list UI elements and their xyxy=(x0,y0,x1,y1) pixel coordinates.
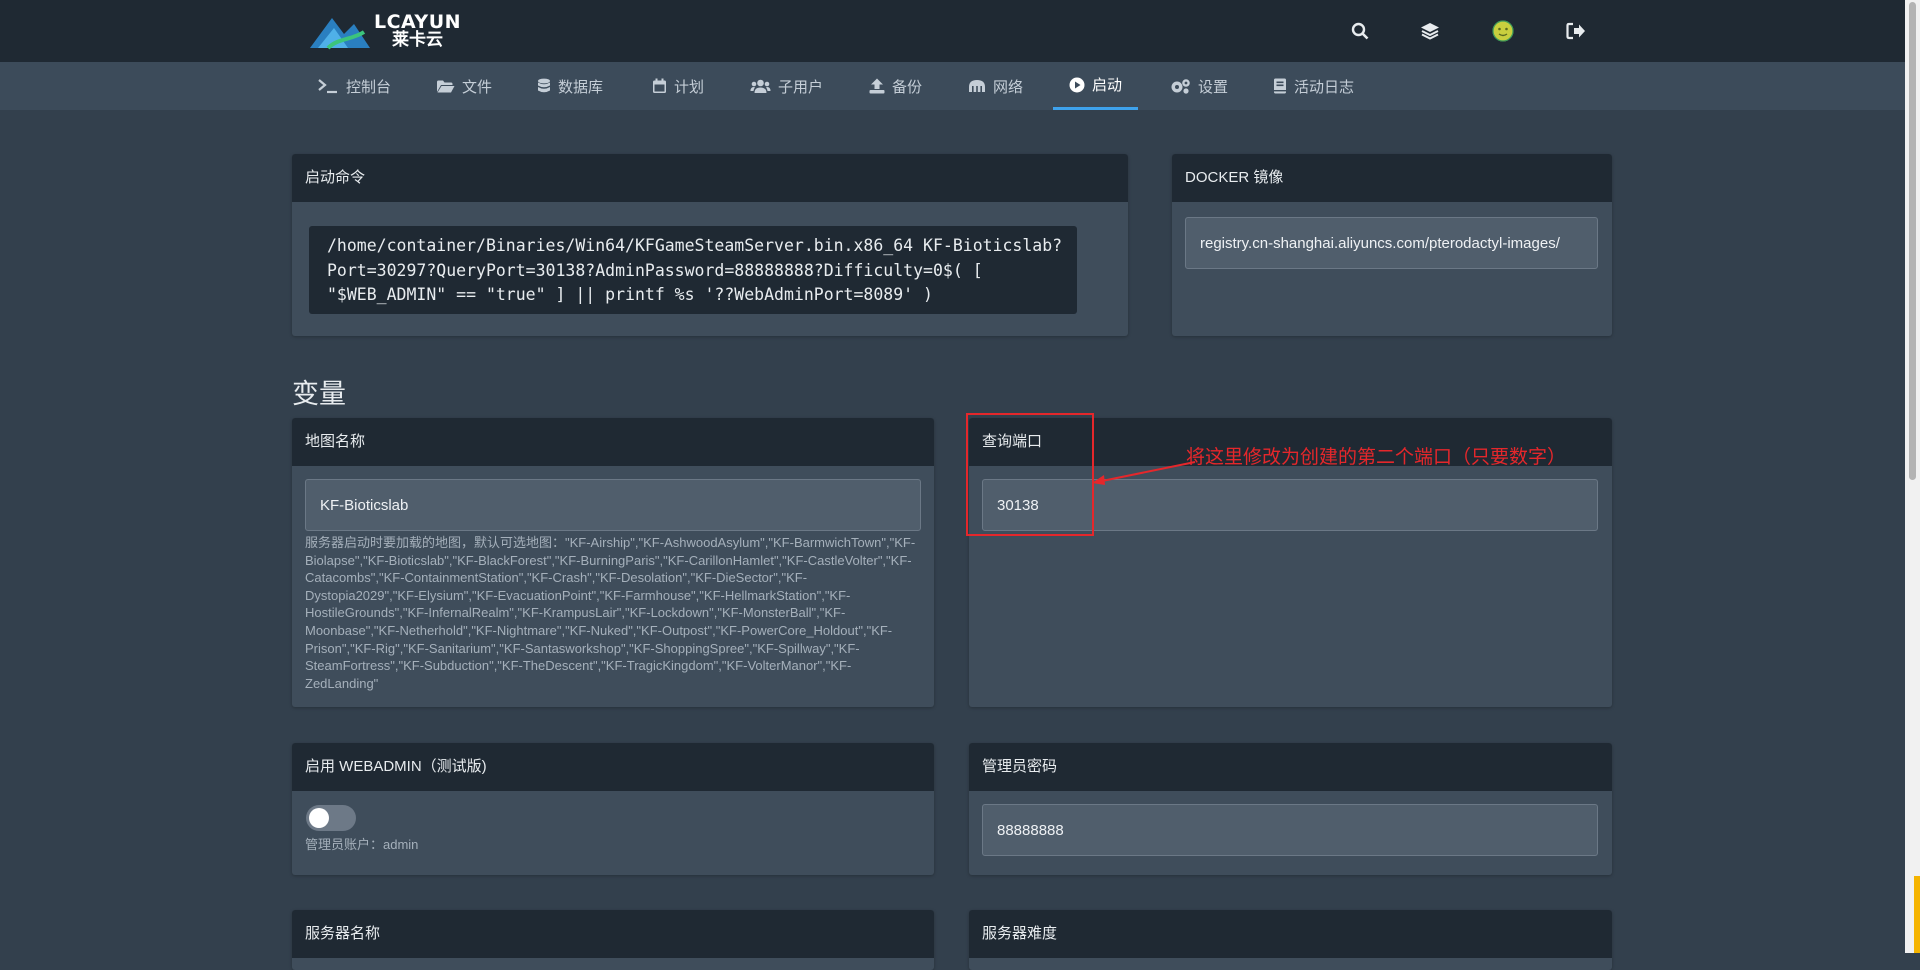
webadmin-help: 管理员账户：admin xyxy=(305,837,419,852)
tab-backups-label: 备份 xyxy=(892,78,923,96)
map-name-help: 服务器启动时要加载的地图，默认可选地图："KF-Airship","KF-Ash… xyxy=(305,535,916,691)
tab-network[interactable]: 网络 xyxy=(968,62,1023,110)
map-name-input[interactable]: KF-Bioticslab xyxy=(305,479,921,531)
admin-password-title: 管理员密码 xyxy=(969,743,1612,791)
upload-icon xyxy=(869,78,885,94)
startup-command-panel: 启动命令 /home/container/Binaries/Win64/KFGa… xyxy=(292,154,1128,336)
docker-image-title: DOCKER 镜像 xyxy=(1172,154,1612,202)
tab-startup[interactable]: 启动 xyxy=(1053,62,1139,110)
tab-databases-label: 数据库 xyxy=(558,78,604,96)
tab-network-label: 网络 xyxy=(993,78,1024,96)
edge-tab xyxy=(1914,876,1920,953)
layers-icon[interactable] xyxy=(1417,18,1443,44)
logout-icon[interactable] xyxy=(1563,18,1589,44)
annotation-highlight-box xyxy=(966,413,1094,536)
database-icon xyxy=(538,78,550,93)
server-nav: 控制台 文件 数据库 计划 子用户 备份 网络 启动 设置 活动日志 xyxy=(0,62,1905,110)
scrollbar-thumb[interactable] xyxy=(1909,2,1916,480)
tab-subusers[interactable]: 子用户 xyxy=(750,62,823,110)
tab-backups[interactable]: 备份 xyxy=(869,62,922,110)
search-icon[interactable] xyxy=(1347,18,1373,44)
calendar-icon xyxy=(653,78,666,93)
users-icon xyxy=(750,79,771,93)
tab-schedules[interactable]: 计划 xyxy=(652,62,704,110)
server-name-panel: 服务器名称 xyxy=(292,910,934,970)
folder-icon xyxy=(437,80,455,92)
tab-settings[interactable]: 设置 xyxy=(1170,62,1228,110)
webadmin-toggle[interactable] xyxy=(306,805,356,831)
top-bar: LCAYUN 莱卡云 xyxy=(0,0,1905,62)
logo-mark-icon xyxy=(310,18,370,50)
server-difficulty-panel: 服务器难度 xyxy=(969,910,1612,970)
tab-console-label: 控制台 xyxy=(346,78,392,96)
page-scrollbar[interactable] xyxy=(1905,0,1920,953)
tab-console[interactable]: 控制台 xyxy=(317,62,391,110)
startup-command-text: /home/container/Binaries/Win64/KFGameSte… xyxy=(309,226,1077,314)
tab-startup-label: 启动 xyxy=(1092,77,1123,94)
annotation-arrow-icon xyxy=(1092,461,1196,485)
terminal-icon xyxy=(318,79,337,94)
toggle-knob xyxy=(309,808,329,828)
server-name-title: 服务器名称 xyxy=(292,910,934,958)
tab-files[interactable]: 文件 xyxy=(436,62,492,110)
book-icon xyxy=(1274,78,1286,94)
tab-activity-label: 活动日志 xyxy=(1294,78,1355,96)
variables-heading: 变量 xyxy=(292,379,346,409)
logo-subtext: 莱卡云 xyxy=(392,30,443,50)
docker-image-field[interactable]: registry.cn-shanghai.aliyuncs.com/pterod… xyxy=(1185,217,1598,269)
network-icon xyxy=(969,80,985,92)
tab-settings-label: 设置 xyxy=(1198,78,1229,96)
map-name-title: 地图名称 xyxy=(292,418,934,466)
cogs-icon xyxy=(1171,79,1190,94)
logo-text: LCAYUN xyxy=(374,11,462,33)
tab-subusers-label: 子用户 xyxy=(778,78,824,96)
avatar-icon[interactable] xyxy=(1490,18,1516,44)
play-icon xyxy=(1069,77,1085,92)
tab-databases[interactable]: 数据库 xyxy=(537,62,603,110)
webadmin-title: 启用 WEBADMIN（测试版) xyxy=(292,743,934,791)
brand-logo[interactable]: LCAYUN 莱卡云 xyxy=(308,10,462,52)
map-name-panel: 地图名称 KF-Bioticslab 服务器启动时要加载的地图，默认可选地图："… xyxy=(292,418,934,707)
startup-command-title: 启动命令 xyxy=(292,154,1128,202)
webadmin-panel: 启用 WEBADMIN（测试版) 管理员账户：admin xyxy=(292,743,934,875)
server-difficulty-title: 服务器难度 xyxy=(969,910,1612,958)
docker-image-panel: DOCKER 镜像 registry.cn-shanghai.aliyuncs.… xyxy=(1172,154,1612,336)
tab-schedules-label: 计划 xyxy=(674,78,705,96)
admin-password-input[interactable]: 88888888 xyxy=(982,804,1598,856)
tab-activity[interactable]: 活动日志 xyxy=(1273,62,1354,110)
admin-password-panel: 管理员密码 88888888 xyxy=(969,743,1612,875)
annotation-text: 将这里修改为创建的第二个端口（只要数字） xyxy=(1186,447,1567,468)
tab-files-label: 文件 xyxy=(462,78,493,96)
